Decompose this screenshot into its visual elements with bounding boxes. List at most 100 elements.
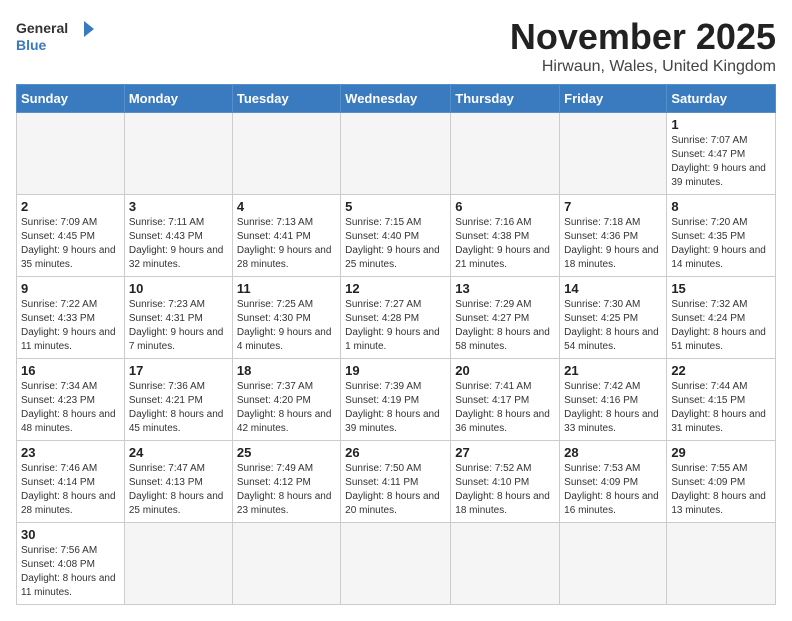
day-number: 21 <box>564 363 662 378</box>
day-cell: 17Sunrise: 7:36 AM Sunset: 4:21 PM Dayli… <box>124 359 232 441</box>
day-info: Sunrise: 7:50 AM Sunset: 4:11 PM Dayligh… <box>345 462 446 518</box>
day-cell <box>667 523 776 605</box>
day-info: Sunrise: 7:55 AM Sunset: 4:09 PM Dayligh… <box>671 462 771 518</box>
day-cell: 11Sunrise: 7:25 AM Sunset: 4:30 PM Dayli… <box>232 277 340 359</box>
day-cell <box>124 113 232 195</box>
day-number: 25 <box>237 445 336 460</box>
day-info: Sunrise: 7:30 AM Sunset: 4:25 PM Dayligh… <box>564 298 662 354</box>
day-cell <box>232 523 340 605</box>
weekday-header-sunday: Sunday <box>17 85 125 113</box>
day-cell: 12 Sunrise: 7:27 AM Sunset: 4:28 PM Dayli… <box>341 277 451 359</box>
day-cell: 16Sunrise: 7:34 AM Sunset: 4:23 PM Dayli… <box>17 359 125 441</box>
day-info: Sunrise: 7:22 AM Sunset: 4:33 PM Dayligh… <box>21 298 120 354</box>
weekday-header-wednesday: Wednesday <box>341 85 451 113</box>
day-cell: 2 Sunrise: 7:09 AM Sunset: 4:45 PM Daylig… <box>17 195 125 277</box>
day-number: 23 <box>21 445 120 460</box>
day-number: 6 <box>455 199 555 214</box>
day-cell <box>451 523 560 605</box>
day-cell: 8 Sunrise: 7:20 AM Sunset: 4:35 PM Daylig… <box>667 195 776 277</box>
day-cell: 22 Sunrise: 7:44 AM Sunset: 4:15 PM Dayli… <box>667 359 776 441</box>
day-cell: 18Sunrise: 7:37 AM Sunset: 4:20 PM Dayli… <box>232 359 340 441</box>
day-cell <box>560 523 667 605</box>
day-cell: 19 Sunrise: 7:39 AM Sunset: 4:19 PM Dayli… <box>341 359 451 441</box>
day-number: 10 <box>129 281 228 296</box>
day-cell: 3Sunrise: 7:11 AM Sunset: 4:43 PM Daylig… <box>124 195 232 277</box>
day-cell: 27 Sunrise: 7:52 AM Sunset: 4:10 PM Dayli… <box>451 441 560 523</box>
day-cell <box>341 113 451 195</box>
day-cell: 10 Sunrise: 7:23 AM Sunset: 4:31 PM Dayli… <box>124 277 232 359</box>
day-number: 15 <box>671 281 771 296</box>
day-cell: 26 Sunrise: 7:50 AM Sunset: 4:11 PM Dayli… <box>341 441 451 523</box>
day-cell: 24Sunrise: 7:47 AM Sunset: 4:13 PM Dayli… <box>124 441 232 523</box>
week-row-5: 23 Sunrise: 7:46 AM Sunset: 4:14 PM Dayli… <box>17 441 776 523</box>
week-row-3: 9Sunrise: 7:22 AM Sunset: 4:33 PM Daylig… <box>17 277 776 359</box>
day-info: Sunrise: 7:46 AM Sunset: 4:14 PM Dayligh… <box>21 462 120 518</box>
day-number: 5 <box>345 199 446 214</box>
day-cell: 23 Sunrise: 7:46 AM Sunset: 4:14 PM Dayli… <box>17 441 125 523</box>
day-number: 2 <box>21 199 120 214</box>
day-cell: 25 Sunrise: 7:49 AM Sunset: 4:12 PM Dayli… <box>232 441 340 523</box>
day-number: 22 <box>671 363 771 378</box>
day-info: Sunrise: 7:13 AM Sunset: 4:41 PM Dayligh… <box>237 216 336 272</box>
day-cell <box>232 113 340 195</box>
day-cell <box>560 113 667 195</box>
weekday-header-tuesday: Tuesday <box>232 85 340 113</box>
svg-text:General: General <box>16 20 68 36</box>
day-info: Sunrise: 7:32 AM Sunset: 4:24 PM Dayligh… <box>671 298 771 354</box>
day-number: 19 <box>345 363 446 378</box>
day-info: Sunrise: 7:11 AM Sunset: 4:43 PM Dayligh… <box>129 216 228 272</box>
day-cell: 29 Sunrise: 7:55 AM Sunset: 4:09 PM Dayli… <box>667 441 776 523</box>
day-number: 30 <box>21 527 120 542</box>
day-number: 8 <box>671 199 771 214</box>
day-cell: 30 Sunrise: 7:56 AM Sunset: 4:08 PM Dayli… <box>17 523 125 605</box>
location-subtitle: Hirwaun, Wales, United Kingdom <box>510 58 776 76</box>
day-info: Sunrise: 7:44 AM Sunset: 4:15 PM Dayligh… <box>671 380 771 436</box>
day-number: 11 <box>237 281 336 296</box>
day-cell: 28Sunrise: 7:53 AM Sunset: 4:09 PM Dayli… <box>560 441 667 523</box>
day-number: 7 <box>564 199 662 214</box>
weekday-header-row: SundayMondayTuesdayWednesdayThursdayFrid… <box>17 85 776 113</box>
day-number: 29 <box>671 445 771 460</box>
day-info: Sunrise: 7:07 AM Sunset: 4:47 PM Dayligh… <box>671 134 771 190</box>
day-cell: 7 Sunrise: 7:18 AM Sunset: 4:36 PM Daylig… <box>560 195 667 277</box>
day-info: Sunrise: 7:20 AM Sunset: 4:35 PM Dayligh… <box>671 216 771 272</box>
day-cell: 1 Sunrise: 7:07 AM Sunset: 4:47 PM Daylig… <box>667 113 776 195</box>
day-info: Sunrise: 7:15 AM Sunset: 4:40 PM Dayligh… <box>345 216 446 272</box>
weekday-header-friday: Friday <box>560 85 667 113</box>
day-cell: 21Sunrise: 7:42 AM Sunset: 4:16 PM Dayli… <box>560 359 667 441</box>
day-info: Sunrise: 7:18 AM Sunset: 4:36 PM Dayligh… <box>564 216 662 272</box>
day-info: Sunrise: 7:39 AM Sunset: 4:19 PM Dayligh… <box>345 380 446 436</box>
day-info: Sunrise: 7:27 AM Sunset: 4:28 PM Dayligh… <box>345 298 446 354</box>
day-number: 27 <box>455 445 555 460</box>
day-number: 4 <box>237 199 336 214</box>
day-number: 13 <box>455 281 555 296</box>
week-row-6: 30 Sunrise: 7:56 AM Sunset: 4:08 PM Dayli… <box>17 523 776 605</box>
day-info: Sunrise: 7:09 AM Sunset: 4:45 PM Dayligh… <box>21 216 120 272</box>
weekday-header-thursday: Thursday <box>451 85 560 113</box>
day-number: 18 <box>237 363 336 378</box>
day-number: 26 <box>345 445 446 460</box>
day-number: 12 <box>345 281 446 296</box>
day-cell: 5 Sunrise: 7:15 AM Sunset: 4:40 PM Daylig… <box>341 195 451 277</box>
calendar-table: SundayMondayTuesdayWednesdayThursdayFrid… <box>16 84 776 605</box>
day-cell: 6Sunrise: 7:16 AM Sunset: 4:38 PM Daylig… <box>451 195 560 277</box>
page-header: General Blue November 2025 Hirwaun, Wale… <box>16 16 776 76</box>
logo: General Blue <box>16 16 96 56</box>
day-cell: 9Sunrise: 7:22 AM Sunset: 4:33 PM Daylig… <box>17 277 125 359</box>
day-info: Sunrise: 7:52 AM Sunset: 4:10 PM Dayligh… <box>455 462 555 518</box>
week-row-1: 1 Sunrise: 7:07 AM Sunset: 4:47 PM Daylig… <box>17 113 776 195</box>
day-info: Sunrise: 7:41 AM Sunset: 4:17 PM Dayligh… <box>455 380 555 436</box>
day-number: 16 <box>21 363 120 378</box>
day-info: Sunrise: 7:53 AM Sunset: 4:09 PM Dayligh… <box>564 462 662 518</box>
month-title: November 2025 <box>510 16 776 58</box>
day-number: 1 <box>671 117 771 132</box>
day-info: Sunrise: 7:23 AM Sunset: 4:31 PM Dayligh… <box>129 298 228 354</box>
day-info: Sunrise: 7:47 AM Sunset: 4:13 PM Dayligh… <box>129 462 228 518</box>
week-row-2: 2 Sunrise: 7:09 AM Sunset: 4:45 PM Daylig… <box>17 195 776 277</box>
weekday-header-saturday: Saturday <box>667 85 776 113</box>
day-cell <box>341 523 451 605</box>
day-cell: 4 Sunrise: 7:13 AM Sunset: 4:41 PM Daylig… <box>232 195 340 277</box>
day-number: 20 <box>455 363 555 378</box>
day-info: Sunrise: 7:49 AM Sunset: 4:12 PM Dayligh… <box>237 462 336 518</box>
day-info: Sunrise: 7:56 AM Sunset: 4:08 PM Dayligh… <box>21 544 120 600</box>
